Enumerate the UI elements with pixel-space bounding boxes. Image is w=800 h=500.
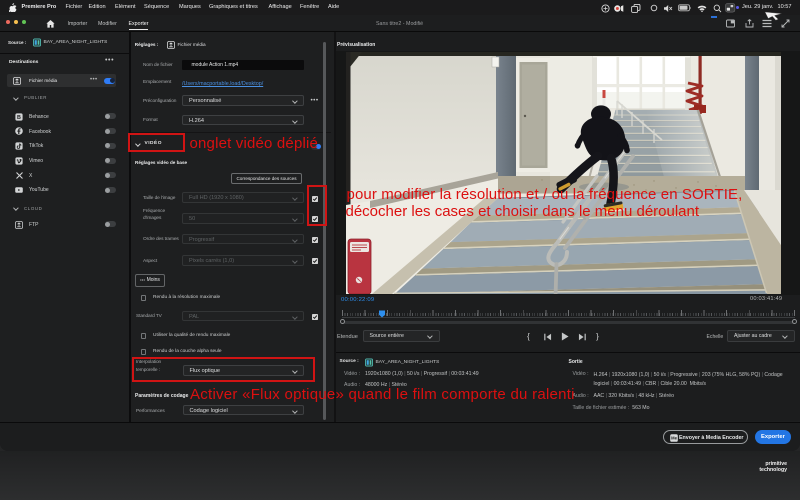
- svg-text:Me: Me: [671, 435, 677, 440]
- svg-text:B: B: [17, 115, 21, 121]
